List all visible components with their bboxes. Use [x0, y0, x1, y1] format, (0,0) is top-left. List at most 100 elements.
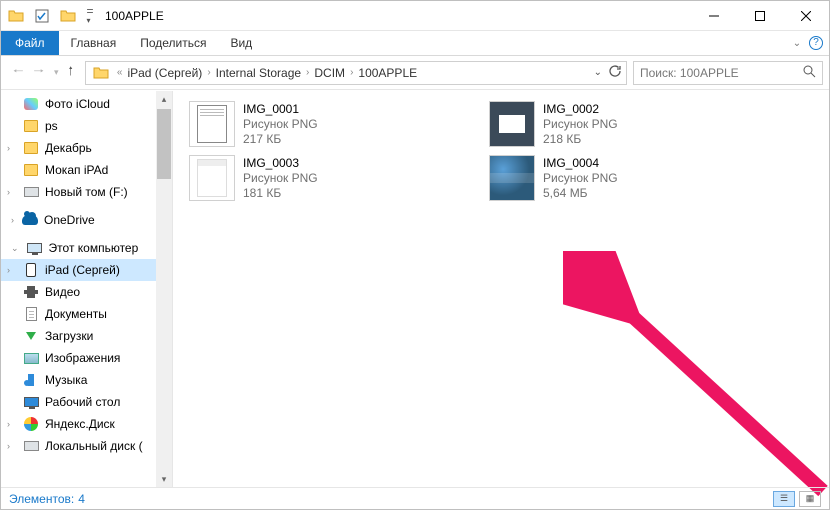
expand-icon[interactable]: › — [7, 265, 10, 275]
forward-button[interactable]: 🠒 — [34, 62, 45, 83]
ribbon-file-tab[interactable]: Файл — [1, 31, 59, 55]
file-thumbnail — [489, 101, 535, 147]
expand-icon[interactable]: › — [7, 187, 10, 197]
nav-item-documents[interactable]: Документы — [1, 303, 156, 325]
expand-icon[interactable]: › — [7, 143, 10, 153]
photo-icon — [23, 96, 39, 112]
nav-item-label: Яндекс.Диск — [45, 417, 115, 431]
search-input[interactable]: Поиск: 100APPLE — [633, 61, 823, 85]
breadcrumb-4[interactable]: 100APPLE — [358, 66, 417, 80]
file-item[interactable]: IMG_0002 Рисунок PNG 218 КБ — [489, 101, 749, 147]
nav-item-label: Рабочий стол — [45, 395, 120, 409]
file-item[interactable]: IMG_0004 Рисунок PNG 5,64 МБ — [489, 155, 749, 201]
scroll-up-icon[interactable]: ▴ — [156, 91, 172, 107]
main-area: Фото iCloud ps ›Декабрь Мокап iPAd › Новы… — [1, 91, 829, 487]
scroll-down-icon[interactable]: ▾ — [156, 471, 172, 487]
nav-scrollbar[interactable]: ▴ ▾ — [156, 91, 172, 487]
navigation-row: 🠐 🠒 ▾ 🠑 « iPad (Сергей) › Internal Stora… — [1, 56, 829, 90]
file-thumbnail — [489, 155, 535, 201]
file-size: 181 КБ — [243, 186, 318, 201]
qat-newfolder-icon[interactable] — [57, 5, 79, 27]
this-pc-icon — [27, 240, 43, 256]
nav-item-pictures[interactable]: Изображения — [1, 347, 156, 369]
titlebar-left: =▾ 100APPLE — [1, 1, 164, 30]
breadcrumb-2[interactable]: Internal Storage — [216, 66, 301, 80]
refresh-icon[interactable] — [608, 64, 622, 81]
ribbon-tab-view[interactable]: Вид — [218, 31, 264, 55]
navigation-pane: Фото iCloud ps ›Декабрь Мокап iPAd › Новы… — [1, 91, 173, 487]
file-name: IMG_0003 — [243, 156, 318, 171]
status-item-count: 4 — [78, 492, 85, 506]
file-size: 5,64 МБ — [543, 186, 618, 201]
scroll-thumb[interactable] — [157, 109, 171, 179]
annotation-arrow — [563, 251, 830, 511]
folder-icon — [23, 140, 39, 156]
help-icon[interactable]: ? — [809, 36, 823, 50]
collapse-icon[interactable]: ⌄ — [11, 243, 19, 254]
breadcrumb-3[interactable]: DCIM — [314, 66, 345, 80]
chevron-icon[interactable]: › — [345, 67, 358, 78]
nav-group-this-pc[interactable]: ⌄ Этот компьютер — [1, 237, 156, 259]
ribbon-tab-home[interactable]: Главная — [59, 31, 129, 55]
nav-item-photo-icloud[interactable]: Фото iCloud — [1, 93, 156, 115]
expand-icon[interactable]: › — [7, 441, 10, 451]
nav-item-label: Новый том (F:) — [45, 185, 128, 199]
address-bar[interactable]: « iPad (Сергей) › Internal Storage › DCI… — [85, 61, 627, 85]
file-item[interactable]: IMG_0001 Рисунок PNG 217 КБ — [189, 101, 449, 147]
file-size: 218 КБ — [543, 132, 618, 147]
file-type: Рисунок PNG — [243, 117, 318, 132]
file-type: Рисунок PNG — [543, 171, 618, 186]
file-item[interactable]: IMG_0003 Рисунок PNG 181 КБ — [189, 155, 449, 201]
nav-item-ps[interactable]: ps — [1, 115, 156, 137]
nav-item-downloads[interactable]: Загрузки — [1, 325, 156, 347]
maximize-button[interactable] — [737, 1, 783, 30]
breadcrumb-root-chevron[interactable]: « — [112, 67, 128, 78]
music-icon — [23, 372, 39, 388]
nav-item-videos[interactable]: Видео — [1, 281, 156, 303]
nav-group-onedrive[interactable]: ›OneDrive — [1, 209, 156, 231]
nav-item-december[interactable]: ›Декабрь — [1, 137, 156, 159]
ipad-icon — [23, 262, 39, 278]
nav-item-mockup-ipad[interactable]: Мокап iPAd — [1, 159, 156, 181]
file-name: IMG_0002 — [543, 102, 618, 117]
minimize-button[interactable] — [691, 1, 737, 30]
breadcrumb-1[interactable]: iPad (Сергей) — [127, 66, 202, 80]
pictures-icon — [23, 350, 39, 366]
status-bar: Элементов: 4 ☰ ▦ — [1, 487, 829, 509]
expand-icon[interactable]: › — [7, 419, 10, 429]
search-placeholder: Поиск: 100APPLE — [640, 66, 739, 80]
nav-item-new-volume[interactable]: › Новый том (F:) — [1, 181, 156, 203]
chevron-icon[interactable]: › — [202, 67, 215, 78]
history-dropdown[interactable]: ▾ — [54, 67, 59, 78]
address-dropdown-icon[interactable]: ⌄ — [594, 67, 602, 78]
view-icons-button[interactable]: ▦ — [799, 491, 821, 507]
expand-icon[interactable]: › — [11, 215, 14, 225]
nav-item-label: Мокап iPAd — [45, 163, 108, 177]
file-thumbnail — [189, 155, 235, 201]
content-pane[interactable]: IMG_0001 Рисунок PNG 217 КБ IMG_0002 Рис… — [173, 91, 829, 487]
file-size: 217 КБ — [243, 132, 318, 147]
nav-item-label: Фото iCloud — [45, 97, 110, 111]
nav-item-label: Этот компьютер — [49, 241, 139, 255]
ribbon-expand-icon[interactable]: ⌄ — [785, 38, 809, 49]
nav-item-local-disk[interactable]: ›Локальный диск ( — [1, 435, 156, 457]
file-info: IMG_0003 Рисунок PNG 181 КБ — [243, 155, 318, 201]
titlebar: =▾ 100APPLE — [1, 1, 829, 31]
nav-item-ipad[interactable]: ›iPad (Сергей) — [1, 259, 156, 281]
close-button[interactable] — [783, 1, 829, 30]
nav-item-label: ps — [45, 119, 58, 133]
nav-item-desktop[interactable]: Рабочий стол — [1, 391, 156, 413]
chevron-icon[interactable]: › — [301, 67, 314, 78]
view-details-button[interactable]: ☰ — [773, 491, 795, 507]
folder-icon — [23, 162, 39, 178]
back-button[interactable]: 🠐 — [13, 62, 24, 83]
nav-item-yandex-disk[interactable]: › Яндекс.Диск — [1, 413, 156, 435]
up-button[interactable]: 🠑 — [69, 62, 73, 83]
nav-item-label: Документы — [45, 307, 107, 321]
search-icon[interactable] — [803, 65, 816, 81]
ribbon-tab-share[interactable]: Поделиться — [128, 31, 218, 55]
qat-dropdown-icon[interactable]: =▾ — [83, 5, 97, 27]
qat-properties-icon[interactable] — [31, 5, 53, 27]
nav-item-music[interactable]: Музыка — [1, 369, 156, 391]
ribbon-right: ⌄ ? — [785, 31, 829, 55]
